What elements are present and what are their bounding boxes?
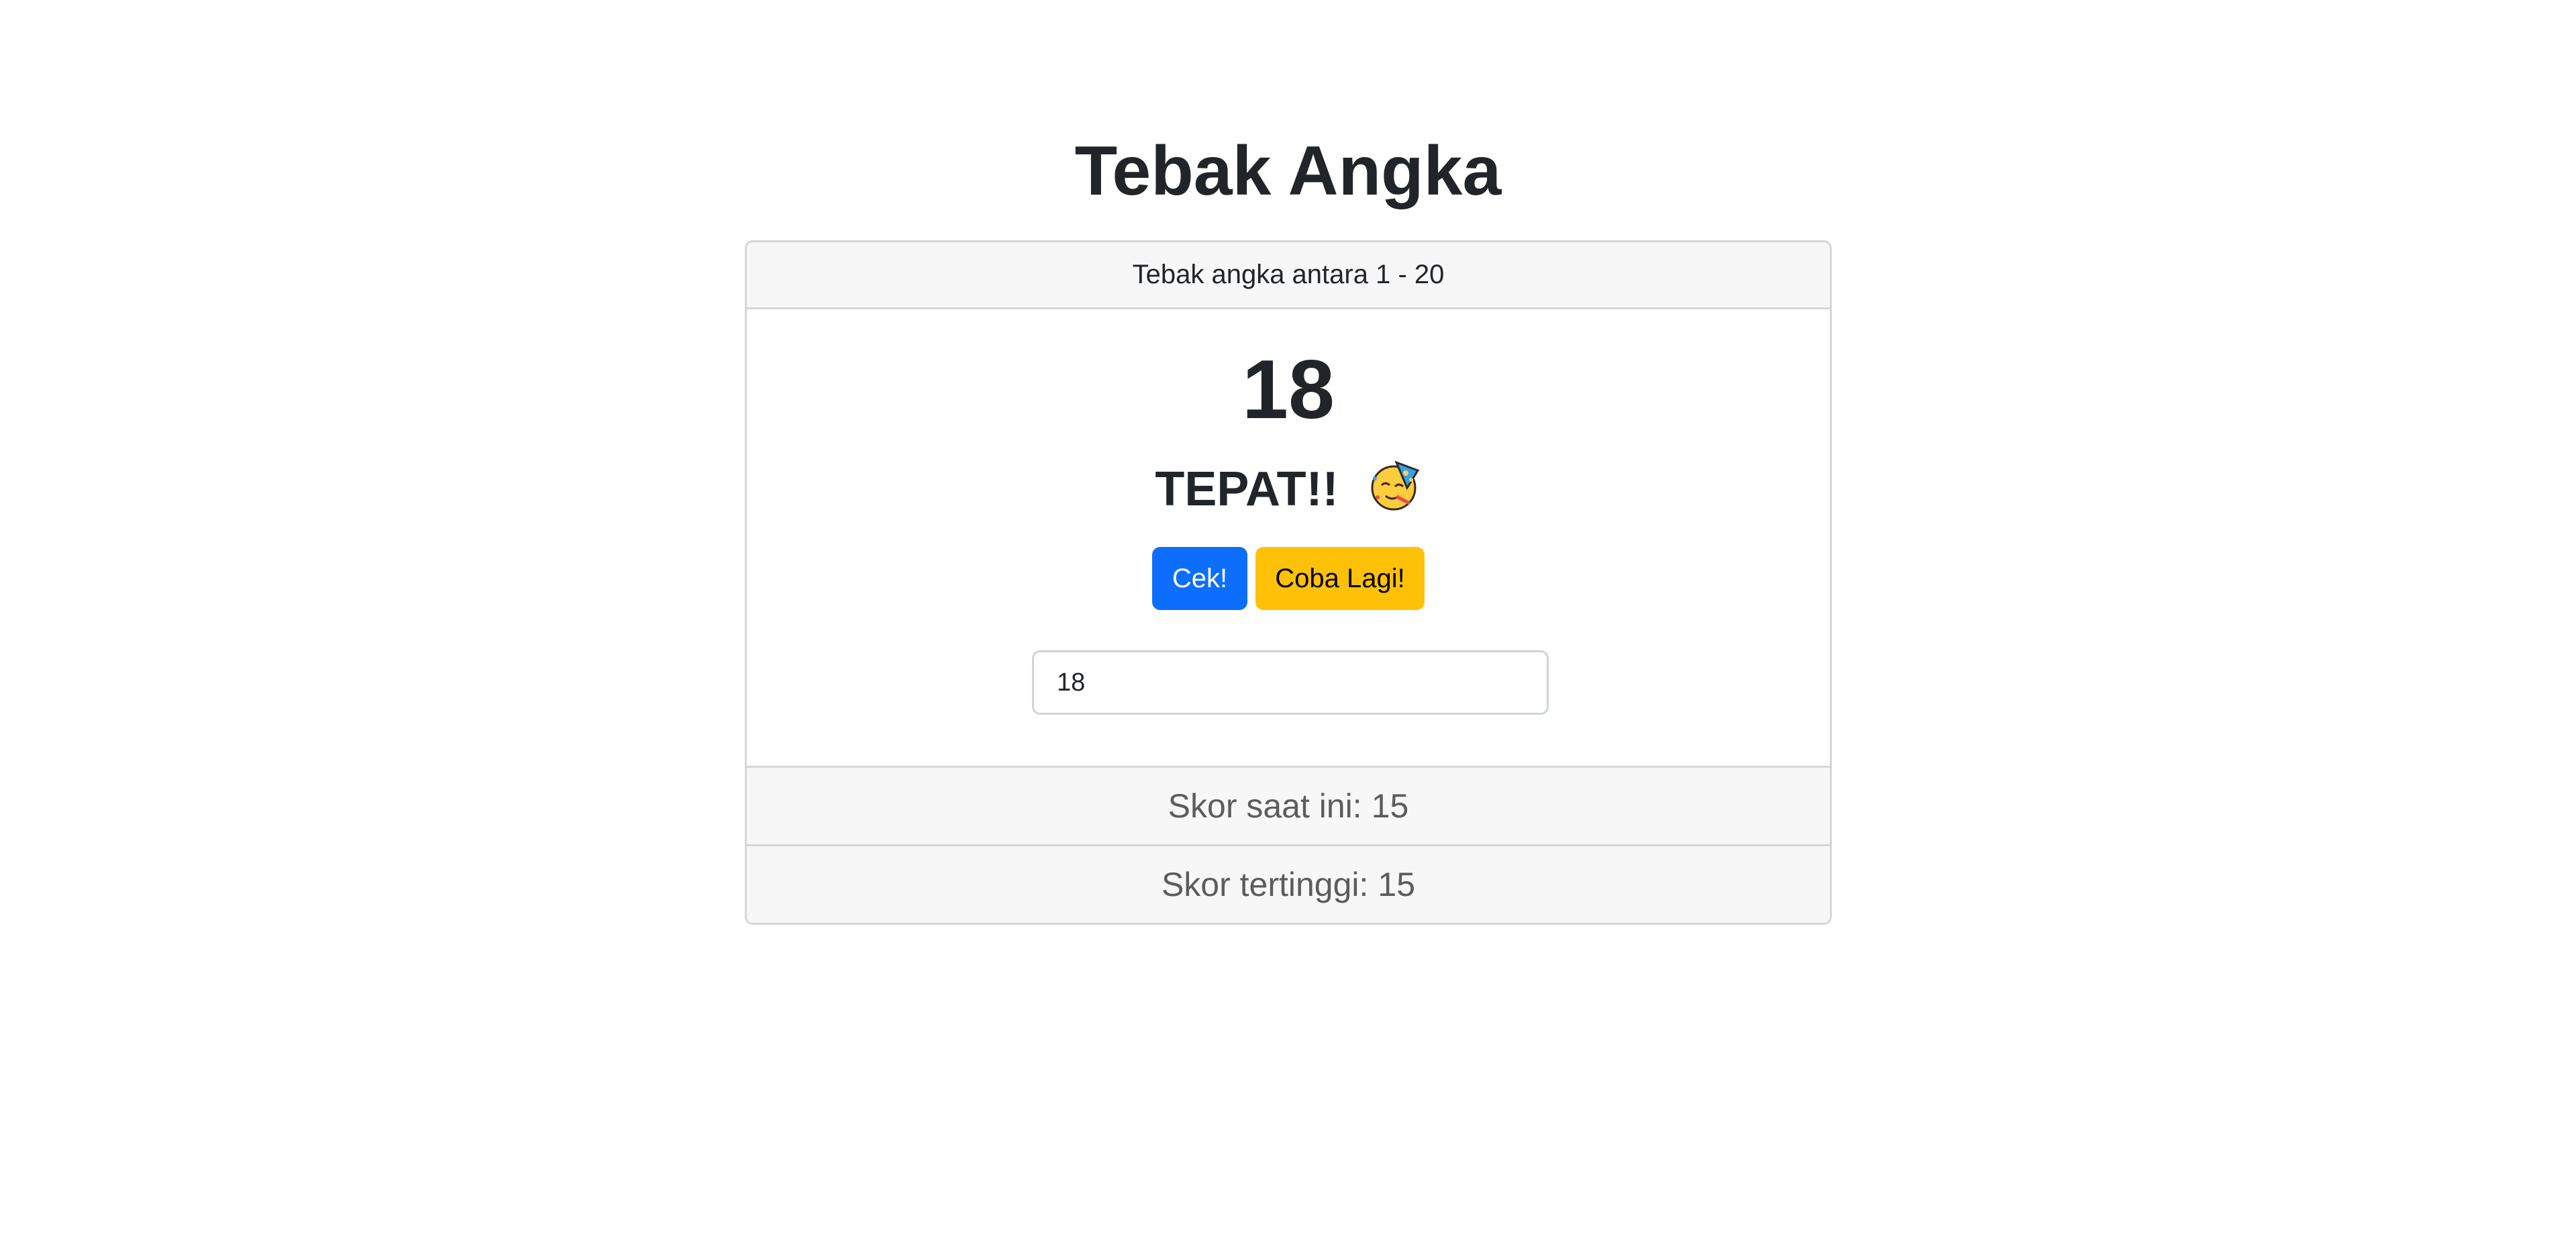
game-card: Tebak angka antara 1 - 20 18 TEPAT!! Cek… [745, 240, 1832, 925]
party-face-icon [1368, 458, 1422, 512]
high-score-value: 15 [1378, 866, 1416, 903]
check-button[interactable]: Cek! [1152, 547, 1247, 610]
page-title: Tebak Angka [1074, 132, 1502, 210]
retry-button[interactable]: Coba Lagi! [1255, 547, 1425, 610]
result-text: TEPAT!! [1155, 462, 1339, 516]
card-header: Tebak angka antara 1 - 20 [747, 242, 1830, 309]
high-score-label: Skor tertinggi: [1161, 866, 1369, 903]
card-body: 18 TEPAT!! Cek! Coba Lagi! 18 [747, 309, 1830, 766]
current-score-value: 15 [1371, 787, 1409, 825]
secret-number: 18 [1242, 344, 1335, 436]
high-score: Skor tertinggi: 15 [747, 844, 1830, 923]
button-row: Cek! Coba Lagi! [747, 547, 1830, 610]
result-message: TEPAT!! [747, 456, 1830, 523]
current-score-label: Skor saat ini: [1168, 787, 1362, 825]
current-score: Skor saat ini: 15 [747, 766, 1830, 844]
guess-input[interactable] [1032, 650, 1549, 715]
